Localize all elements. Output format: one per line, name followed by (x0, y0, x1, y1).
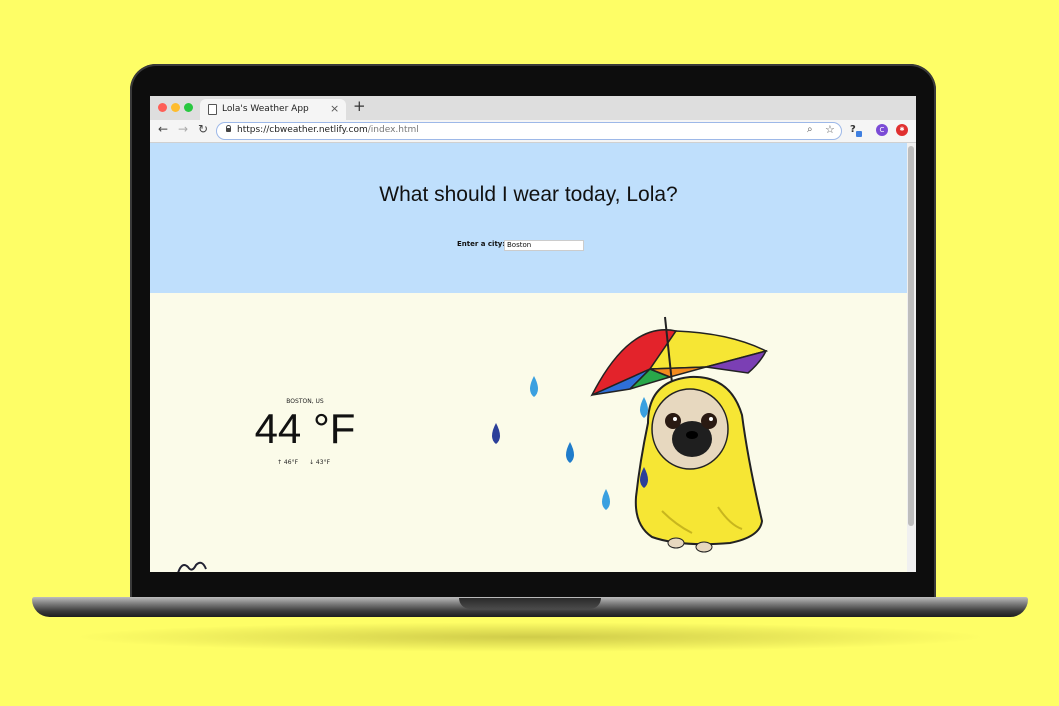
scrollbar-thumb[interactable] (908, 146, 914, 526)
extension-icon[interactable]: ? (850, 124, 856, 135)
low-temperature: ↓ 43°F (309, 459, 331, 466)
laptop-shadow (70, 622, 990, 652)
url-host: https://cbweather.netlify.com (237, 125, 368, 135)
extension-badge-icon (856, 131, 862, 137)
tab-strip: Lola's Weather App × + (150, 96, 916, 120)
raindrop-icon (530, 376, 538, 397)
address-bar[interactable]: https://cbweather.netlify.com/index.html… (216, 122, 842, 140)
page-icon (208, 104, 217, 115)
high-temperature: ↑ 46°F (277, 459, 299, 466)
location-label: BOSTON, US (286, 398, 324, 405)
corner-doodle (177, 561, 207, 572)
zoom-icon[interactable]: ⌕ (807, 124, 813, 135)
url-text: https://cbweather.netlify.com/index.html (237, 125, 419, 135)
city-input[interactable] (504, 240, 584, 251)
avatar[interactable]: C (876, 124, 888, 136)
tab-title: Lola's Weather App (222, 104, 309, 114)
weather-page: What should I wear today, Lola? Enter a … (150, 143, 907, 572)
bookmark-star-icon[interactable]: ☆ (825, 123, 835, 136)
raindrop-icon (492, 423, 500, 444)
raindrop-icon (566, 442, 574, 463)
browser-toolbar: ← → ↻ https://cbweather.netlify.com/inde… (150, 120, 916, 143)
laptop-notch (459, 598, 601, 609)
hero-section: What should I wear today, Lola? Enter a … (150, 143, 907, 293)
maximize-window-button[interactable] (184, 103, 193, 112)
browser-window: Lola's Weather App × + ← → ↻ https://cbw… (150, 96, 916, 572)
lock-icon (226, 125, 231, 132)
city-label: Enter a city: (457, 240, 506, 248)
minimize-window-button[interactable] (171, 103, 180, 112)
pug-raincoat-illustration (492, 316, 769, 553)
raindrop-icon (602, 489, 610, 510)
close-window-button[interactable] (158, 103, 167, 112)
new-tab-button[interactable]: + (353, 97, 366, 115)
back-arrow-icon[interactable]: ← (158, 122, 168, 136)
reload-icon[interactable]: ↻ (198, 122, 208, 136)
raindrop-icon (640, 397, 648, 418)
tab-close-icon[interactable]: × (330, 102, 339, 115)
pug-face-icon (651, 388, 729, 470)
page-title: What should I wear today, Lola? (379, 183, 678, 206)
forward-arrow-icon[interactable]: → (178, 122, 188, 136)
url-path: /index.html (367, 125, 419, 135)
temperature-value: 44 °F (254, 405, 356, 452)
extension-red-icon[interactable]: ✱ (896, 124, 908, 136)
tab-lolas-weather-app[interactable]: Lola's Weather App × (200, 99, 346, 120)
